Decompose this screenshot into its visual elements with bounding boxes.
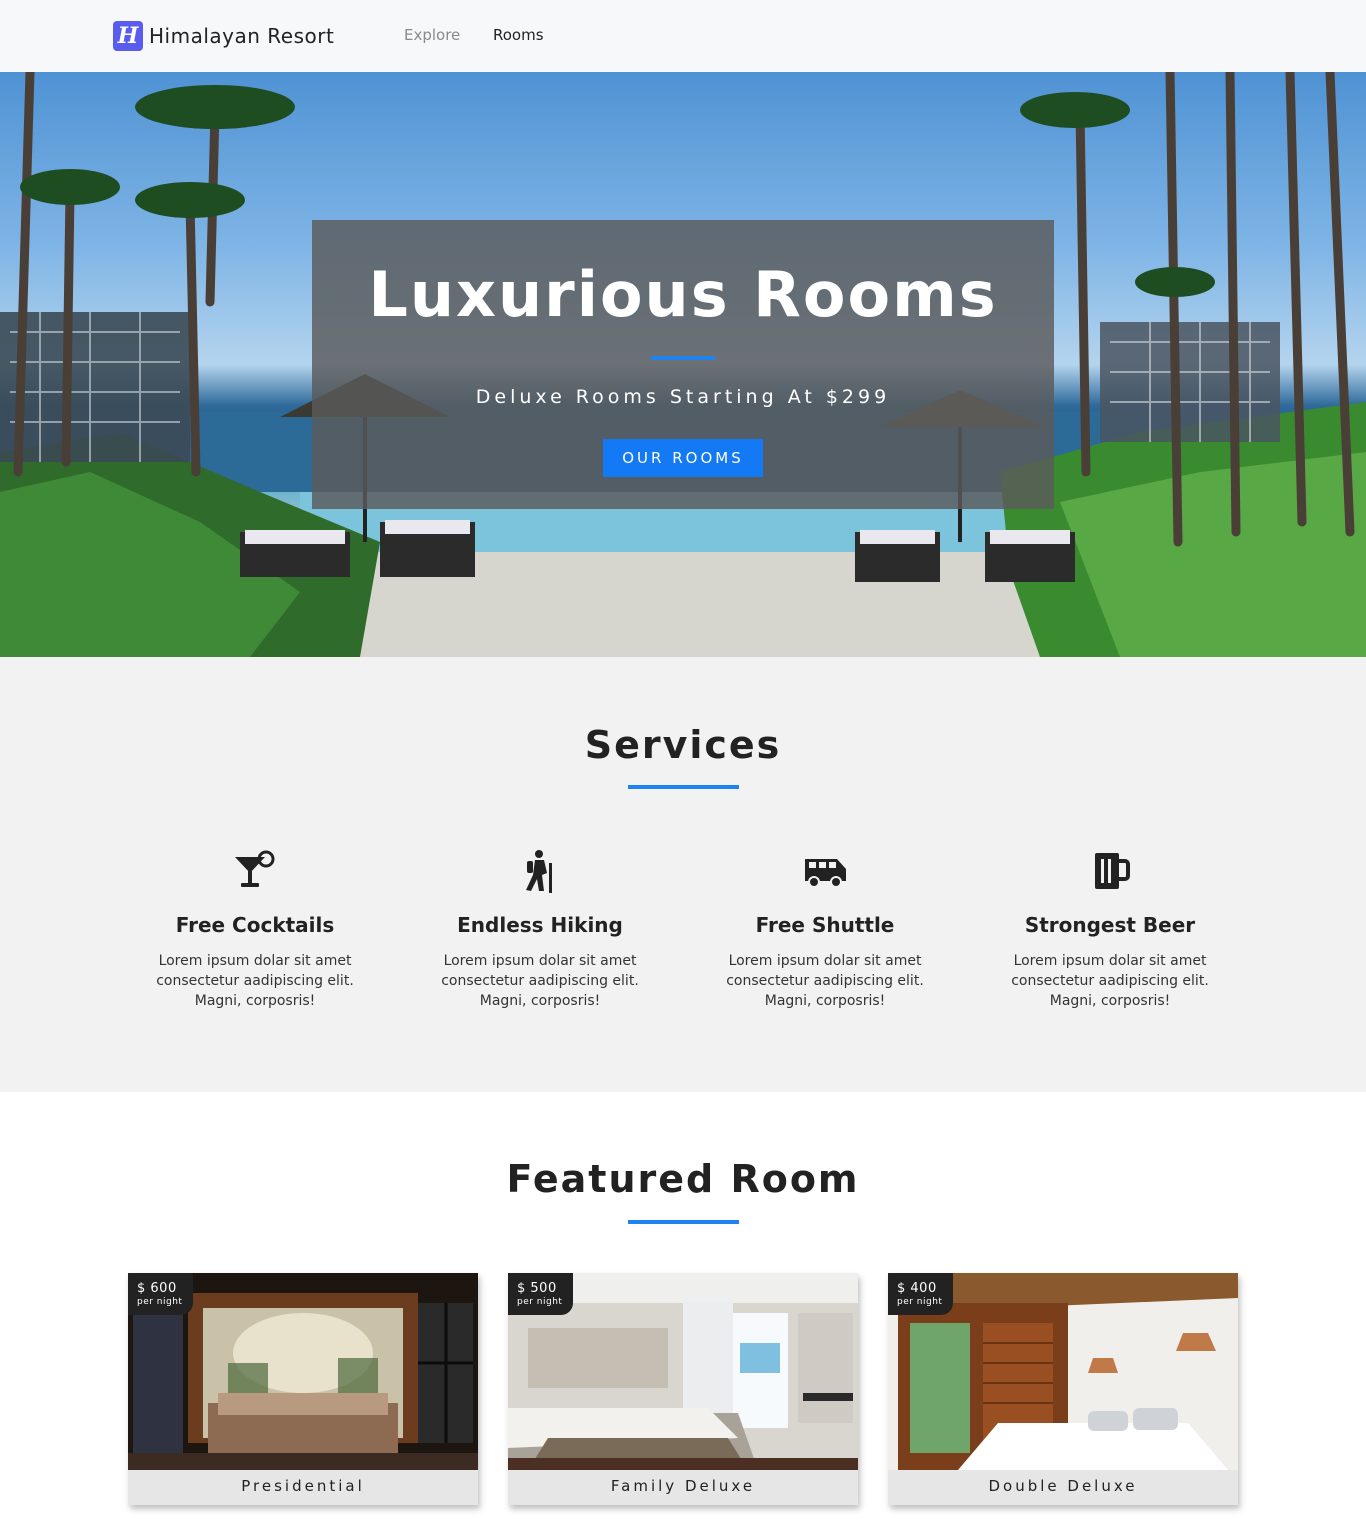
service-item: Free Shuttle Lorem ipsum dolar sit amet … [705,849,945,1011]
service-item: Endless Hiking Lorem ipsum dolar sit ame… [420,849,660,1011]
service-description: Lorem ipsum dolar sit amet consectetur a… [1011,953,1209,1009]
room-price: $ 600 [137,1281,177,1296]
hero-subtitle: Deluxe Rooms Starting At $299 [475,386,891,408]
room-price-unit: per night [517,1297,563,1307]
room-card-family-deluxe[interactable]: $ 500 per night Family Deluxe [508,1273,858,1505]
services-section: Services Free Cocktails Lorem ipsum dola… [0,657,1366,1092]
room-card-presidential[interactable]: $ 600 per night Presidential [128,1273,478,1505]
service-description: Lorem ipsum dolar sit amet consectetur a… [441,953,639,1009]
price-badge: $ 400 per night [888,1273,953,1315]
service-description: Lorem ipsum dolar sit amet consectetur a… [156,953,354,1009]
price-badge: $ 500 per night [508,1273,573,1315]
service-title: Free Shuttle [755,913,895,937]
nav-link-explore[interactable]: Explore [404,26,460,44]
navbar: H Himalayan Resort Explore Rooms [0,0,1366,72]
service-title: Endless Hiking [457,913,623,937]
nav-link-rooms[interactable]: Rooms [493,26,544,44]
service-item: Strongest Beer Lorem ipsum dolar sit ame… [990,849,1230,1011]
services-title: Services [584,723,782,767]
room-price-unit: per night [897,1297,943,1307]
room-card-double-deluxe[interactable]: $ 400 per night Double Deluxe [888,1273,1238,1505]
brand-name: Himalayan Resort [149,24,335,48]
service-item: Free Cocktails Lorem ipsum dolar sit ame… [135,849,375,1011]
room-price: $ 400 [897,1281,937,1296]
price-badge: $ 600 per night [128,1273,193,1315]
hiking-icon [526,850,552,893]
service-title: Strongest Beer [1024,913,1196,937]
our-rooms-button[interactable]: OUR ROOMS [603,439,763,477]
services-title-underline [628,785,739,789]
hero-title: Luxurious Rooms [368,258,998,331]
cocktail-icon [235,850,275,887]
shuttle-icon [805,859,846,888]
hero-title-underline [651,356,715,360]
room-name: Family Deluxe [610,1477,756,1495]
brand-link[interactable]: H Himalayan Resort [113,21,334,51]
brand-logo-icon: H [113,21,143,51]
hero-banner: Luxurious Rooms Deluxe Rooms Starting At… [0,72,1366,657]
hero-caption-box: Luxurious Rooms Deluxe Rooms Starting At… [312,220,1054,509]
service-description: Lorem ipsum dolar sit amet consectetur a… [726,953,924,1009]
service-title: Free Cocktails [175,913,335,937]
room-price-unit: per night [137,1297,183,1307]
featured-room-title-underline [628,1220,739,1224]
room-name: Double Deluxe [988,1477,1138,1495]
featured-room-title: Featured Room [506,1157,860,1201]
beer-icon [1095,853,1130,889]
room-name: Presidential [241,1477,365,1495]
room-price: $ 500 [517,1281,557,1296]
